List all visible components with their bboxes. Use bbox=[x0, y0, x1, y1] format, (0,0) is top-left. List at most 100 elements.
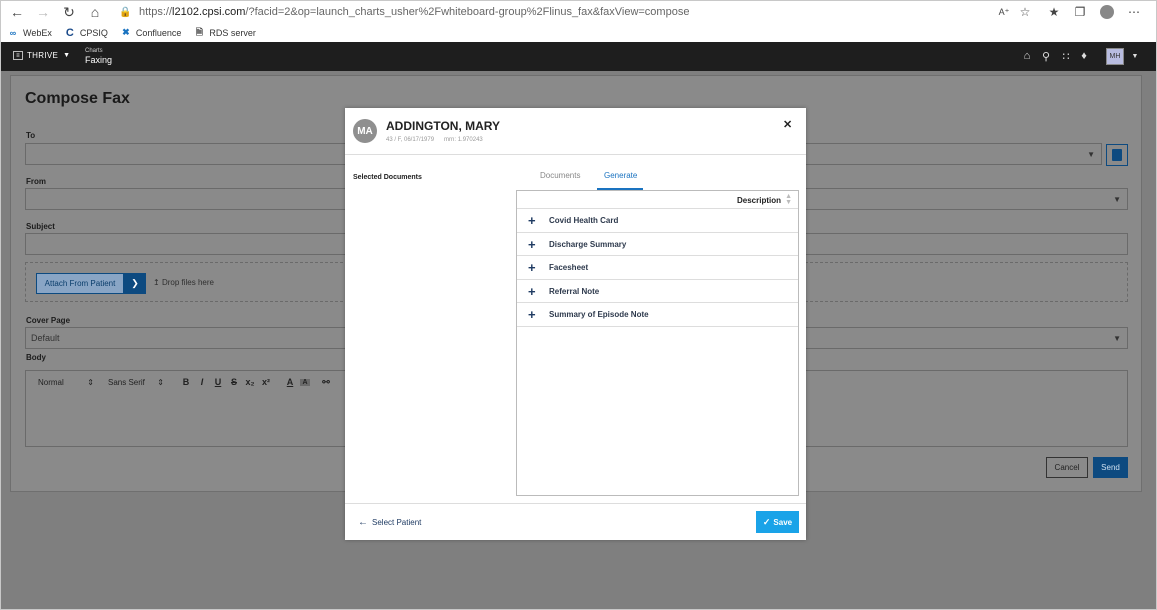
subscript-button[interactable]: x₂ bbox=[242, 377, 258, 387]
bookmark-confluence[interactable]: ✖ Confluence bbox=[120, 27, 181, 38]
address-bar: ← → ↻ ⌂ 🔒 https://l2102.cpsi.com/?facid=… bbox=[1, 1, 1156, 23]
read-aloud-icon[interactable]: A⁺ bbox=[995, 3, 1013, 21]
footer-divider bbox=[345, 503, 806, 504]
add-icon[interactable]: + bbox=[528, 260, 536, 275]
table-row[interactable]: + Covid Health Card bbox=[517, 209, 798, 233]
check-icon: ✓ bbox=[762, 516, 771, 527]
body-label: Body bbox=[26, 353, 46, 362]
strike-button[interactable]: S bbox=[226, 377, 242, 387]
notifications-bell-icon[interactable]: ♦ bbox=[1077, 49, 1091, 63]
document-name: Covid Health Card bbox=[549, 216, 619, 225]
webex-icon: ∞ bbox=[9, 27, 17, 38]
app-header: ≡ THRIVE ▼ Charts Faxing ⌂ ⚲ ∷ ♦ ▼ bbox=[1, 42, 1156, 71]
bookmark-cpsiq[interactable]: C CPSIQ bbox=[64, 27, 108, 39]
select-patient-label: Select Patient bbox=[372, 518, 422, 527]
updown-icon: ⇕ bbox=[87, 377, 94, 387]
sort-icon[interactable]: ▲ ▼ bbox=[785, 193, 792, 206]
brand-menu[interactable]: ≡ THRIVE ▼ bbox=[13, 51, 70, 60]
table-row[interactable]: + Summary of Episode Note bbox=[517, 303, 798, 327]
favorites-icon[interactable]: ★ bbox=[1045, 3, 1063, 21]
breadcrumb: Charts Faxing bbox=[85, 48, 112, 65]
contact-book-button[interactable] bbox=[1106, 144, 1128, 166]
add-icon[interactable]: + bbox=[528, 307, 536, 322]
link-icon[interactable]: ⚯ bbox=[318, 377, 334, 388]
collections-icon[interactable]: ❐ bbox=[1071, 3, 1089, 21]
drop-label: Drop files here bbox=[161, 278, 214, 287]
patient-name: ADDINGTON, MARY bbox=[386, 119, 500, 133]
format-select[interactable]: Normal ⇕ bbox=[38, 378, 94, 387]
brand-label: THRIVE bbox=[27, 51, 59, 60]
search-icon[interactable]: ⚲ bbox=[1039, 49, 1053, 63]
header-divider bbox=[345, 154, 806, 155]
home-icon[interactable]: ⌂ bbox=[85, 3, 105, 21]
chevron-down-icon[interactable]: ❯ bbox=[124, 273, 146, 294]
cover-page-value: Default bbox=[31, 333, 60, 343]
save-label: Save bbox=[773, 517, 793, 527]
font-select[interactable]: Sans Serif ⇕ bbox=[108, 378, 164, 387]
description-header[interactable]: Description bbox=[737, 196, 781, 205]
documents-table: Description ▲ ▼ + Covid Health Card + Dis… bbox=[516, 190, 799, 496]
reload-icon[interactable]: ↻ bbox=[59, 3, 79, 21]
page-icon: 🗎 bbox=[195, 26, 204, 37]
user-initials: MH bbox=[1106, 48, 1124, 65]
user-avatar[interactable]: MH bbox=[1106, 48, 1124, 65]
document-name: Discharge Summary bbox=[549, 239, 627, 249]
bookmark-webex[interactable]: ∞ WebEx bbox=[7, 28, 52, 38]
chevron-down-icon: ▼ bbox=[1113, 334, 1121, 343]
selected-documents-label: Selected Documents bbox=[353, 174, 422, 181]
send-button[interactable]: Send bbox=[1093, 457, 1128, 478]
chevron-down-icon[interactable]: ▼ bbox=[1128, 49, 1142, 63]
table-row[interactable]: + Facesheet bbox=[517, 256, 798, 280]
add-icon[interactable]: + bbox=[528, 284, 536, 299]
patient-demographics: 43 / F, 06/17/1979 mrn: 1.970243 bbox=[386, 137, 493, 143]
home-icon[interactable]: ⌂ bbox=[1020, 49, 1034, 63]
attach-documents-modal: MA ADDINGTON, MARY 43 / F, 06/17/1979 mrn… bbox=[345, 108, 806, 540]
breadcrumb-parent[interactable]: Charts bbox=[85, 48, 112, 54]
superscript-button[interactable]: x² bbox=[258, 377, 274, 387]
format-value: Normal bbox=[38, 377, 64, 387]
tab-documents[interactable]: Documents bbox=[540, 171, 580, 180]
confluence-icon: ✖ bbox=[122, 27, 130, 37]
favorite-add-icon[interactable]: ☆ bbox=[1016, 3, 1034, 21]
close-icon[interactable]: ✕ bbox=[783, 118, 792, 131]
cover-page-label: Cover Page bbox=[26, 316, 71, 325]
text-color-button[interactable]: A bbox=[282, 377, 298, 387]
more-icon[interactable]: ⋯ bbox=[1125, 3, 1143, 21]
bookmark-label: RDS server bbox=[209, 27, 256, 38]
back-icon[interactable]: ← bbox=[7, 3, 27, 21]
forward-icon[interactable]: → bbox=[33, 3, 53, 21]
url-path: /?facid=2&op=launch_charts_usher%2Fwhite… bbox=[245, 6, 690, 18]
cancel-button[interactable]: Cancel bbox=[1046, 457, 1088, 478]
page-title: Compose Fax bbox=[25, 90, 130, 107]
attach-label[interactable]: Attach From Patient bbox=[36, 273, 124, 294]
profile-icon[interactable] bbox=[1098, 3, 1116, 21]
browser-window: ← → ↻ ⌂ 🔒 https://l2102.cpsi.com/?facid=… bbox=[0, 0, 1157, 610]
contact-book-icon bbox=[1112, 149, 1122, 161]
updown-icon: ⇕ bbox=[157, 377, 164, 387]
font-value: Sans Serif bbox=[108, 377, 145, 387]
bookmark-rds[interactable]: 🗎 RDS server bbox=[193, 26, 256, 38]
bookmark-label: CPSIQ bbox=[79, 27, 108, 38]
apps-grid-icon[interactable]: ∷ bbox=[1059, 49, 1073, 63]
url-field[interactable]: 🔒 https://l2102.cpsi.com/?facid=2&op=lau… bbox=[119, 3, 1119, 21]
tab-generate[interactable]: Generate bbox=[604, 171, 637, 180]
table-row[interactable]: + Referral Note bbox=[517, 280, 798, 303]
chevron-down-icon: ▼ bbox=[63, 52, 71, 59]
background-color-button[interactable]: A bbox=[300, 378, 310, 386]
bookmarks-bar: ∞ WebEx C CPSIQ ✖ Confluence 🗎 RDS server bbox=[1, 23, 1156, 42]
select-patient-link[interactable]: ← Select Patient bbox=[358, 517, 421, 528]
add-icon[interactable]: + bbox=[528, 213, 536, 228]
table-header: Description ▲ ▼ bbox=[517, 191, 798, 209]
patient-age-dob: 43 / F, 06/17/1979 bbox=[386, 137, 435, 143]
from-label: From bbox=[26, 177, 46, 186]
bold-button[interactable]: B bbox=[178, 377, 194, 387]
lock-icon: 🔒 bbox=[119, 7, 132, 18]
document-name: Referral Note bbox=[549, 286, 600, 296]
add-icon[interactable]: + bbox=[528, 237, 536, 252]
arrow-left-icon: ← bbox=[358, 517, 368, 528]
underline-button[interactable]: U bbox=[210, 377, 226, 387]
save-button[interactable]: ✓ Save bbox=[756, 511, 799, 533]
italic-button[interactable]: I bbox=[194, 377, 210, 387]
attach-from-patient-button[interactable]: Attach From Patient ❯ bbox=[36, 273, 146, 294]
table-row[interactable]: + Discharge Summary bbox=[517, 233, 798, 256]
